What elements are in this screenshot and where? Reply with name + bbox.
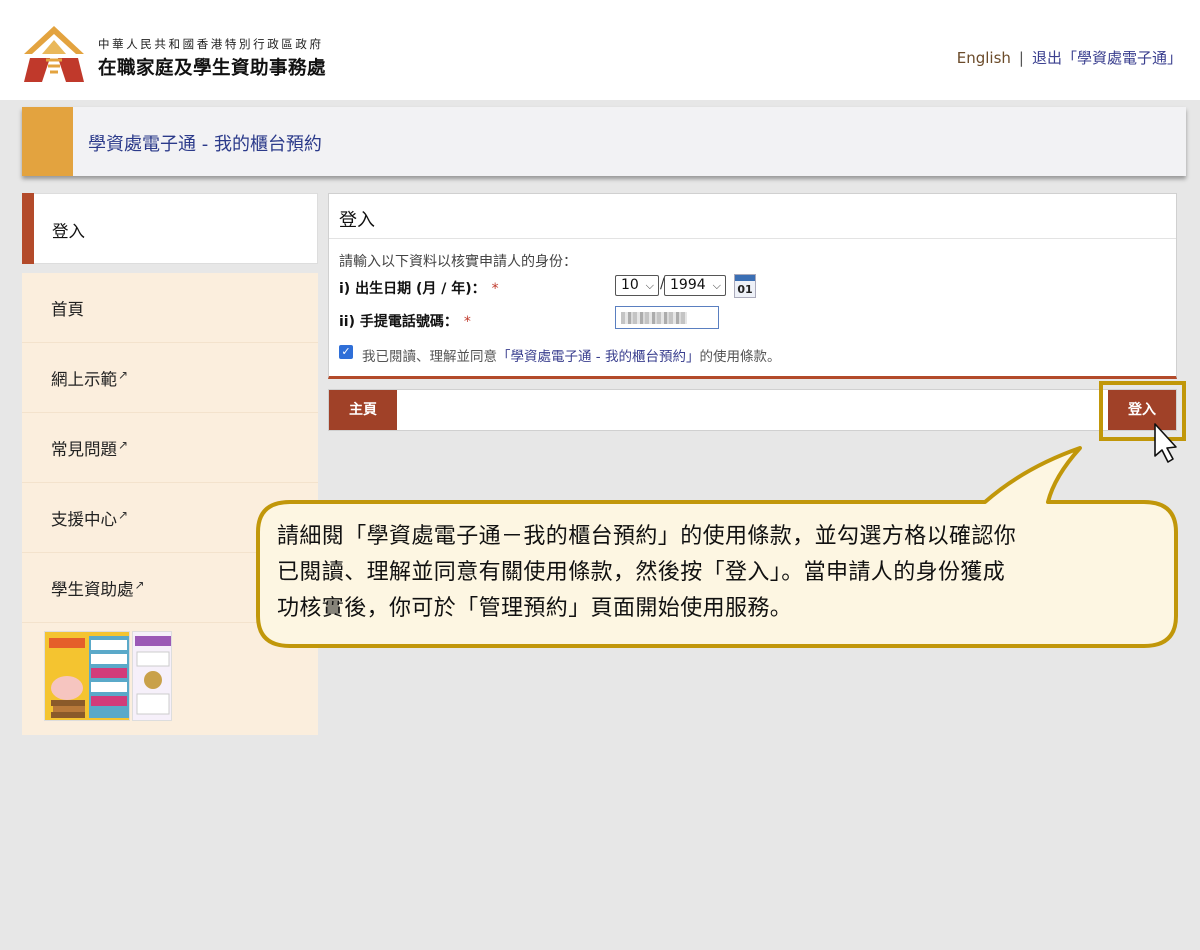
external-link-icon: ↗: [118, 507, 129, 522]
required-mark: *: [463, 314, 471, 330]
redacted-phone-value: [621, 312, 687, 324]
panel-divider: [329, 238, 1176, 239]
site-header: 中華人民共和國香港特別行政區政府 在職家庭及學生資助事務處 English | 退出…: [0, 0, 1200, 100]
wfsfaa-logo: [24, 26, 84, 82]
callout-text: 請細閱「學資處電子通－我的櫃台預約」的使用條款，並勾選方格以確認你 已閱讀、理解…: [277, 519, 1167, 627]
english-link[interactable]: English: [957, 49, 1011, 67]
org-name: 中華人民共和國香港特別行政區政府 在職家庭及學生資助事務處: [98, 36, 326, 80]
external-link-icon: ↗: [134, 577, 145, 592]
org-name-top: 中華人民共和國香港特別行政區政府: [98, 37, 324, 51]
sidebar-item-label: 學生資助處: [51, 580, 134, 599]
sidebar-item-sfo[interactable]: 學生資助處↗: [22, 553, 318, 623]
sidebar-item-label: 首頁: [51, 300, 84, 319]
page-title: 學資處電子通 - 我的櫃台預約: [88, 134, 322, 155]
sidebar-list: 首頁 網上示範↗ 常見問題↗ 支援中心↗ 學生資助處↗: [22, 273, 318, 735]
sidebar-item-label: 登入: [52, 222, 85, 241]
chevron-down-icon: ⌵: [645, 279, 654, 292]
sidebar-item-label: 常見問題: [51, 440, 117, 459]
required-mark: *: [491, 281, 499, 297]
terms-agree-text: 我已閱讀、理解並同意「學資處電子通 - 我的櫃台預約」的使用條款。: [362, 349, 781, 365]
chevron-down-icon: ⌵: [712, 279, 721, 292]
org-name-main: 在職家庭及學生資助事務處: [98, 58, 327, 79]
sidebar-item-label: 網上示範: [51, 370, 117, 389]
external-link-icon: ↗: [118, 367, 129, 382]
terms-checkbox[interactable]: ✓: [339, 345, 353, 359]
callout-line: 已閱讀、理解並同意有關使用條款，然後按「登入」。當申請人的身份獲成: [277, 560, 1006, 585]
sidebar-item-faq[interactable]: 常見問題↗: [22, 413, 318, 483]
external-link-icon: ↗: [118, 437, 129, 452]
calendar-icon[interactable]: 01: [734, 274, 756, 298]
link-separator: |: [1018, 49, 1024, 67]
phone-label: ii) 手提電話號碼： *: [339, 314, 471, 330]
login-button[interactable]: 登入: [1108, 390, 1176, 430]
logout-link[interactable]: 退出「學資處電子通」: [1032, 49, 1182, 67]
sidebar-item-online-demo[interactable]: 網上示範↗: [22, 343, 318, 413]
sidebar-item-login[interactable]: 登入: [22, 193, 318, 264]
terms-link[interactable]: 「學資處電子通 - 我的櫃台預約」: [497, 349, 699, 365]
sidebar-item-support-centre[interactable]: 支援中心↗: [22, 483, 318, 553]
active-indicator: [22, 193, 34, 264]
login-instruction: 請輸入以下資料以核實申請人的身份：: [339, 254, 577, 270]
sidebar-item-label: 支援中心: [51, 510, 117, 529]
dob-label: i) 出生日期 (月 / 年)： *: [339, 281, 499, 297]
sidebar: 登入 首頁 網上示範↗ 常見問題↗ 支援中心↗ 學生資助處↗: [22, 193, 318, 735]
top-links: English | 退出「學資處電子通」: [957, 47, 1182, 68]
promo-leaflet-image[interactable]: [44, 631, 130, 721]
dob-month-select[interactable]: 10 ⌵: [615, 275, 659, 296]
promo-leaflet-image-2[interactable]: [132, 631, 172, 721]
callout-line: 請細閱「學資處電子通－我的櫃台預約」的使用條款，並勾選方格以確認你: [277, 524, 1017, 549]
action-bar: 主頁: [328, 389, 1177, 431]
page-title-bar: 學資處電子通 - 我的櫃台預約: [22, 107, 1186, 176]
login-panel: 登入 請輸入以下資料以核實申請人的身份： i) 出生日期 (月 / 年)： * 1…: [328, 193, 1177, 379]
sidebar-item-home[interactable]: 首頁: [22, 273, 318, 343]
callout-line: 功核實後，你可於「管理預約」頁面開始使用服務。: [277, 596, 793, 621]
promo-banner[interactable]: [22, 623, 318, 735]
phone-input[interactable]: [615, 306, 719, 329]
home-button[interactable]: 主頁: [329, 390, 397, 430]
login-heading: 登入: [339, 210, 375, 231]
title-accent: [22, 107, 73, 176]
dob-year-select[interactable]: 1994 ⌵: [664, 275, 726, 296]
